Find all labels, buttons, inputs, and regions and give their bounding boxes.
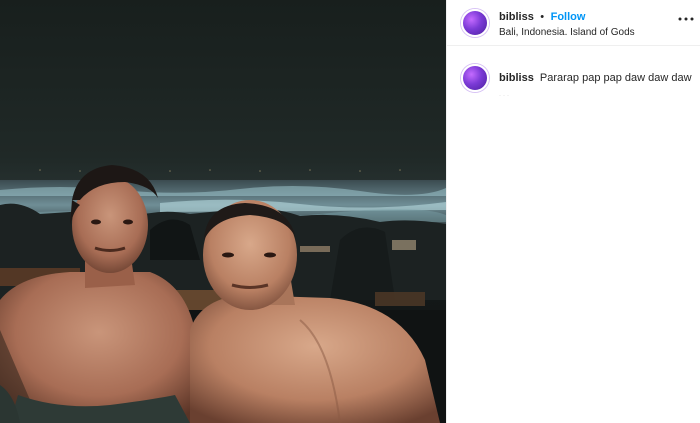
caption-comment: bibliss Pararap pap pap daw daw daw xyxy=(447,46,700,92)
username-link[interactable]: bibliss xyxy=(499,11,534,23)
more-horizontal-icon-glyph xyxy=(678,17,694,21)
instagram-post: bibliss • Follow Bali, Indonesia. Island… xyxy=(0,0,700,423)
loading-dots-icon: ··· xyxy=(499,93,511,99)
post-photo[interactable] xyxy=(0,0,446,423)
avatar[interactable] xyxy=(461,8,489,37)
separator-dot: • xyxy=(540,10,545,23)
more-horizontal-icon[interactable] xyxy=(678,10,694,23)
location-link[interactable]: Bali, Indonesia. Island of Gods xyxy=(499,27,635,39)
post-header: bibliss • Follow Bali, Indonesia. Island… xyxy=(447,0,700,46)
post-photo-illustration xyxy=(0,0,446,423)
follow-button[interactable]: Follow xyxy=(551,11,586,23)
caption-text: Pararap pap pap daw daw daw xyxy=(539,72,692,84)
post-side-panel: bibliss • Follow Bali, Indonesia. Island… xyxy=(446,0,700,423)
caption-text-block: bibliss Pararap pap pap daw daw daw xyxy=(499,72,692,84)
caption-username-link[interactable]: bibliss xyxy=(499,72,534,84)
caption-avatar[interactable] xyxy=(461,64,489,92)
header-text: bibliss • Follow Bali, Indonesia. Island… xyxy=(499,7,635,39)
